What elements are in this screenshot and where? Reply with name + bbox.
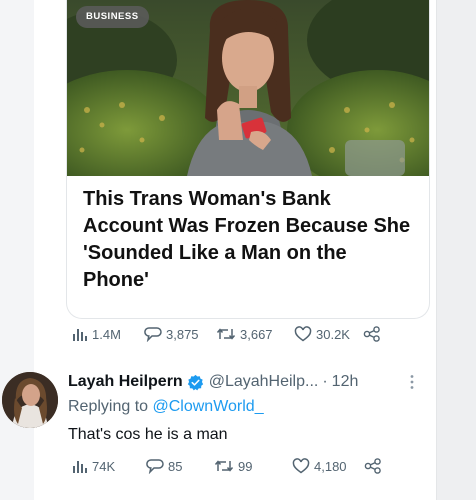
replying-to-label: Replying to: [68, 398, 149, 415]
views-count: 74K: [92, 458, 116, 474]
article-photo: BUSINESS: [67, 0, 429, 176]
reply-button[interactable]: 85: [146, 458, 182, 474]
more-dots-icon[interactable]: [409, 374, 415, 390]
reply-post-actions: 74K 85 99 4,180: [72, 458, 412, 478]
repost-button[interactable]: 3,667: [216, 326, 273, 342]
reply-count: 85: [168, 458, 183, 474]
repost-count: 99: [238, 458, 253, 474]
avatar[interactable]: [2, 372, 58, 428]
category-badge: BUSINESS: [76, 6, 149, 28]
repost-button[interactable]: 99: [214, 458, 252, 474]
views-button[interactable]: 1.4M: [72, 326, 121, 342]
share-icon: [364, 458, 381, 474]
like-button[interactable]: 30.2K: [294, 326, 350, 342]
reply-author-row: Layah Heilpern @LayahHeilp... · 12h: [68, 372, 358, 392]
article-card[interactable]: BUSINESS This Trans Woman's Bank Account…: [66, 0, 430, 319]
share-button[interactable]: [364, 458, 382, 474]
article-headline[interactable]: This Trans Woman's Bank Account Was Froz…: [83, 186, 413, 294]
separator-dot: ·: [322, 373, 328, 390]
user-handle[interactable]: @LayahHeilp...: [209, 373, 319, 391]
right-margin: [437, 0, 476, 500]
like-count: 30.2K: [316, 326, 350, 342]
share-button[interactable]: [363, 326, 381, 342]
speech-bubble-icon: [146, 459, 164, 474]
reply-text: That's cos he is a man: [68, 426, 228, 443]
repost-arrows-icon: [214, 460, 234, 472]
reply-count: 3,875: [166, 326, 199, 342]
views-button[interactable]: 74K: [72, 458, 115, 474]
like-button[interactable]: 4,180: [292, 458, 347, 474]
speech-bubble-icon: [144, 327, 162, 342]
share-icon: [363, 326, 380, 342]
views-count: 1.4M: [92, 326, 121, 342]
replying-to-mention[interactable]: @ClownWorld_: [153, 398, 264, 415]
like-count: 4,180: [314, 458, 347, 474]
repost-arrows-icon: [216, 328, 236, 340]
verified-badge-icon: [187, 374, 204, 391]
bar-chart-icon: [73, 461, 87, 473]
timestamp[interactable]: 12h: [332, 373, 359, 391]
original-post-actions: 1.4M 3,875 3,667 30.2K: [72, 326, 412, 346]
bar-chart-icon: [73, 329, 87, 341]
replying-to-line: Replying to @ClownWorld_: [68, 398, 264, 416]
heart-icon: [292, 458, 310, 474]
display-name[interactable]: Layah Heilpern: [68, 373, 183, 391]
reply-button[interactable]: 3,875: [144, 326, 199, 342]
repost-count: 3,667: [240, 326, 273, 342]
heart-icon: [294, 326, 312, 342]
